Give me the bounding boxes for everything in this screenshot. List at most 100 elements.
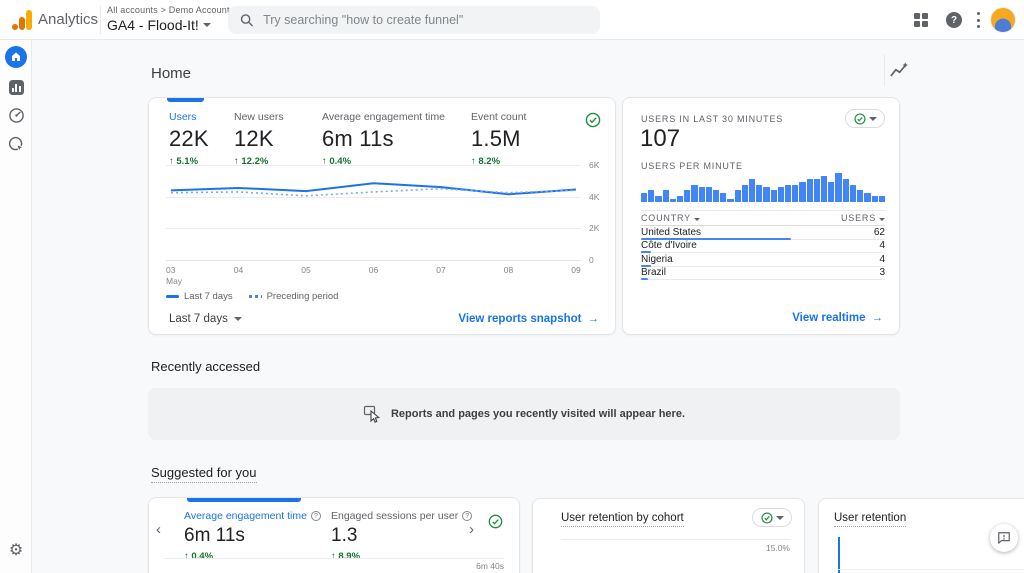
minute-bar (706, 187, 712, 202)
logo-bar-tall (26, 10, 32, 30)
metric-delta: ↑ 8.9% (331, 551, 472, 562)
minute-bar (677, 196, 683, 202)
overview-line-chart (166, 165, 581, 260)
view-reports-snapshot-link[interactable]: View reports snapshot → (458, 313, 599, 325)
search-icon (240, 13, 253, 27)
chevron-down-icon (203, 23, 211, 27)
minute-bar (648, 190, 654, 202)
help-icon[interactable]: ? (946, 12, 962, 28)
x-tick-label: 03May (166, 265, 182, 286)
chevron-down-icon (869, 117, 877, 121)
analytics-logo-icon[interactable] (12, 10, 32, 30)
home-icon (10, 51, 22, 63)
minute-bar (807, 179, 813, 202)
help-tooltip-icon[interactable]: ? (311, 511, 321, 521)
advertising-icon (8, 136, 25, 153)
search-input[interactable] (263, 13, 588, 27)
y-tick-label: 2K (589, 223, 599, 233)
metric-tab-engaged-sessions[interactable]: Engaged sessions per user? 1.3 ↑ 8.9% (331, 510, 472, 562)
date-range-label: Last 7 days (169, 313, 228, 325)
header-divider (884, 54, 885, 86)
minute-bar (735, 190, 741, 202)
nav-explore[interactable] (0, 107, 32, 124)
user-retention-cohort-card: User retention by cohort 15.0% (532, 498, 805, 573)
metric-tab-new-users[interactable]: New users 12K ↑ 12.2% (234, 111, 284, 167)
feedback-icon (997, 531, 1011, 545)
carousel-next-icon[interactable]: › (469, 522, 474, 537)
minute-bar (771, 190, 777, 202)
feedback-button[interactable] (990, 524, 1018, 552)
more-options-icon[interactable] (976, 12, 980, 28)
check-circle-icon (854, 113, 866, 125)
data-quality-icon[interactable] (488, 514, 503, 534)
realtime-card: USERS IN LAST 30 MINUTES 107 USERS PER M… (622, 97, 900, 335)
user-avatar[interactable] (990, 7, 1016, 33)
realtime-title: USERS IN LAST 30 MINUTES (641, 114, 783, 124)
apps-grid-icon[interactable] (914, 13, 928, 27)
data-quality-icon[interactable] (585, 112, 601, 133)
minute-bar (864, 193, 870, 202)
country-row[interactable]: Brazil 3 (641, 267, 885, 281)
active-metric-indicator (187, 498, 301, 502)
card-title: User retention (834, 512, 906, 524)
minute-bar (749, 179, 755, 202)
date-range-selector[interactable]: Last 7 days (169, 313, 242, 325)
minute-bar (814, 179, 820, 202)
minute-bar (872, 196, 878, 202)
brand-name: Analytics (38, 11, 98, 28)
nav-home[interactable] (0, 46, 32, 68)
country-column-header[interactable]: COUNTRY (641, 213, 700, 223)
nav-reports[interactable] (0, 80, 32, 95)
users-column-header[interactable]: USERS (841, 213, 885, 223)
view-realtime-link[interactable]: View realtime → (792, 312, 883, 324)
realtime-options-pill[interactable] (845, 109, 885, 128)
nav-advertising[interactable] (0, 136, 32, 153)
users-per-minute-chart (641, 172, 885, 202)
metric-value: 1.3 (331, 525, 472, 547)
minute-bar (799, 182, 805, 202)
realtime-subtitle: USERS PER MINUTE (641, 161, 743, 171)
country-row[interactable]: Nigeria 4 (641, 253, 885, 267)
x-axis-month-label: May (166, 276, 182, 286)
suggested-title: Suggested for you (151, 465, 257, 480)
page-title: Home (151, 65, 191, 82)
gridline-label: 6m 40s (476, 561, 504, 571)
minute-bar (792, 185, 798, 202)
country-row[interactable]: Côte d'Ivoire 4 (641, 240, 885, 254)
minute-bar (699, 187, 705, 202)
legend-solid-swatch (166, 295, 179, 298)
logo-bar-mid (19, 17, 25, 30)
help-tooltip-icon[interactable]: ? (462, 511, 472, 521)
chart-gridline (166, 260, 581, 261)
cursor-click-icon (363, 405, 381, 423)
left-nav: ⚙ (0, 40, 32, 573)
gridline-label: 15.0% (766, 543, 790, 553)
top-app-bar: Analytics All accounts > Demo Account GA… (0, 0, 1024, 40)
metric-tab-event-count[interactable]: Event count 1.5M ↑ 8.2% (471, 111, 526, 167)
y-tick-label: 6K (589, 160, 599, 170)
minute-bar (691, 185, 697, 202)
chart-gridline (166, 197, 581, 198)
minute-bar (843, 179, 849, 202)
arrow-right-icon: → (872, 312, 884, 324)
metric-tab-users[interactable]: Users 22K ↑ 5.1% (169, 111, 209, 167)
carousel-prev-icon[interactable]: ‹ (156, 522, 161, 537)
y-tick-label: 4K (589, 192, 599, 202)
country-row[interactable]: United States 62 (641, 226, 885, 240)
search-bar[interactable] (228, 6, 600, 34)
minute-bar (742, 185, 748, 202)
realtime-table-header: COUNTRY USERS (641, 210, 885, 226)
sort-caret-icon (694, 218, 700, 221)
main-content: Home Users 22K ↑ 5.1% New users 12K ↑ 12… (32, 40, 1024, 573)
minute-bar (835, 173, 841, 202)
nav-admin[interactable]: ⚙ (0, 543, 32, 559)
ga4-home-page: Analytics All accounts > Demo Account GA… (0, 0, 1024, 573)
card-options-pill[interactable] (752, 508, 792, 527)
minute-bar (756, 185, 762, 202)
legend-label: Last 7 days (184, 291, 233, 302)
metric-tab-engagement[interactable]: Average engagement time 6m 11s ↑ 0.4% (322, 111, 445, 167)
metric-delta: ↑ 0.4% (184, 551, 321, 562)
insights-button[interactable] (889, 61, 909, 81)
metric-tab-avg-engagement[interactable]: Average engagement time? 6m 11s ↑ 0.4% (184, 510, 321, 562)
account-switcher[interactable]: All accounts > Demo Account GA4 - Flood-… (107, 5, 230, 33)
